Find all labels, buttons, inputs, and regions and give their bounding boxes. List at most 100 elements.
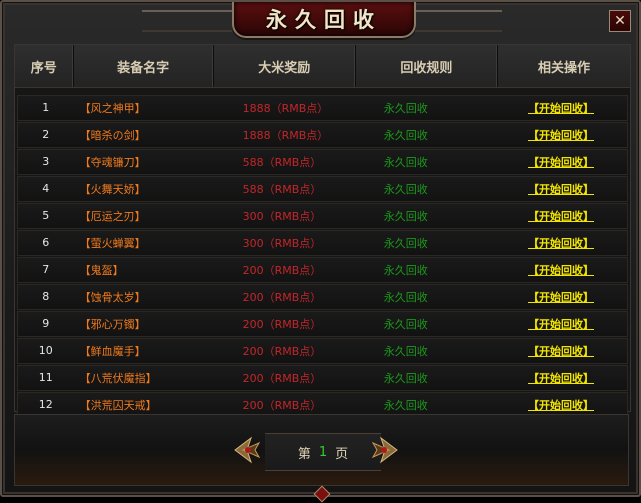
- row-index: 6: [42, 236, 50, 250]
- start-recycle-button[interactable]: 【开始回收】: [528, 289, 594, 305]
- start-recycle-button[interactable]: 【开始回收】: [528, 127, 594, 143]
- recycle-window: 永久回收 ✕ 序号 装备名字 大米奖励 回收规则 相关操作 1 【风之神甲】 188…: [0, 0, 641, 503]
- reward-value: 1888（RMB点）: [242, 101, 329, 115]
- row-index: 9: [42, 317, 50, 331]
- row-index: 1: [42, 101, 50, 115]
- recycle-rule: 永久回收: [383, 155, 428, 169]
- row-index: 7: [42, 263, 50, 277]
- header-reward: 大米奖励: [214, 45, 356, 87]
- table-row: 3 【夺魂镰刀】 588（RMB点） 永久回收 【开始回收】: [17, 149, 628, 175]
- action-cell: 【开始回收】: [495, 339, 627, 363]
- action-cell: 【开始回收】: [495, 123, 627, 147]
- page-number: 1: [318, 444, 328, 460]
- table-row: 7 【鬼盔】 200（RMB点） 永久回收 【开始回收】: [17, 257, 628, 283]
- start-recycle-button[interactable]: 【开始回收】: [528, 370, 594, 386]
- recycle-rule: 永久回收: [383, 236, 428, 250]
- start-recycle-button[interactable]: 【开始回收】: [528, 100, 594, 116]
- action-cell: 【开始回收】: [495, 285, 627, 309]
- recycle-rule: 永久回收: [383, 371, 428, 385]
- recycle-table: 序号 装备名字 大米奖励 回收规则 相关操作 1 【风之神甲】 1888（RMB点）…: [14, 44, 631, 418]
- reward-value: 200（RMB点）: [242, 344, 322, 358]
- pager-footer: 第 1 页: [14, 414, 629, 486]
- action-cell: 【开始回收】: [495, 96, 627, 120]
- arrow-right-icon[interactable]: [369, 435, 399, 465]
- table-row: 1 【风之神甲】 1888（RMB点） 永久回收 【开始回收】: [17, 95, 628, 121]
- reward-value: 300（RMB点）: [242, 209, 322, 223]
- recycle-rule: 永久回收: [383, 182, 428, 196]
- table-row: 6 【萤火蝉翼】 300（RMB点） 永久回收 【开始回收】: [17, 230, 628, 256]
- reward-value: 200（RMB点）: [242, 290, 322, 304]
- title-ornament-right: [412, 10, 502, 32]
- row-index: 2: [42, 128, 50, 142]
- window-title: 永久回收: [266, 7, 382, 32]
- table-row: 5 【厄运之刃】 300（RMB点） 永久回收 【开始回收】: [17, 203, 628, 229]
- equipment-name: 【八荒伏魔指】: [79, 371, 157, 385]
- equipment-name: 【暗杀の剑】: [79, 128, 146, 142]
- action-cell: 【开始回收】: [495, 366, 627, 390]
- action-cell: 【开始回收】: [495, 393, 627, 417]
- row-index: 5: [42, 209, 50, 223]
- row-index: 12: [38, 398, 53, 412]
- action-cell: 【开始回收】: [495, 150, 627, 174]
- start-recycle-button[interactable]: 【开始回收】: [528, 181, 594, 197]
- action-cell: 【开始回收】: [495, 312, 627, 336]
- header-actions: 相关操作: [537, 60, 590, 76]
- row-index: 8: [42, 290, 50, 304]
- table-row: 4 【火舞天娇】 588（RMB点） 永久回收 【开始回收】: [17, 176, 628, 202]
- equipment-name: 【火舞天娇】: [79, 182, 146, 196]
- row-index: 11: [38, 371, 53, 385]
- page-indicator: 第 1 页: [265, 433, 381, 471]
- start-recycle-button[interactable]: 【开始回收】: [528, 262, 594, 278]
- start-recycle-button[interactable]: 【开始回收】: [528, 235, 594, 251]
- recycle-rule: 永久回收: [383, 398, 428, 412]
- header-recycle-rule: 回收规则: [356, 45, 498, 87]
- close-icon: ✕: [614, 13, 626, 29]
- table-row: 2 【暗杀の剑】 1888（RMB点） 永久回收 【开始回收】: [17, 122, 628, 148]
- header-equipment-name: 装备名字: [74, 45, 214, 87]
- table-row: 8 【蚀骨太岁】 200（RMB点） 永久回收 【开始回收】: [17, 284, 628, 310]
- equipment-name: 【萤火蝉翼】: [79, 236, 146, 250]
- recycle-rule: 永久回收: [383, 290, 428, 304]
- equipment-name: 【鬼盔】: [79, 263, 124, 277]
- close-button[interactable]: ✕: [609, 10, 631, 32]
- row-index: 10: [38, 344, 53, 358]
- reward-value: 588（RMB点）: [242, 182, 322, 196]
- start-recycle-button[interactable]: 【开始回收】: [528, 343, 594, 359]
- arrow-left-icon[interactable]: [233, 435, 263, 465]
- header-index: 序号: [15, 45, 74, 87]
- equipment-name: 【夺魂镰刀】: [79, 155, 146, 169]
- table-body: 1 【风之神甲】 1888（RMB点） 永久回收 【开始回收】 2 【暗杀の剑】 1888（R…: [15, 88, 630, 418]
- row-index: 3: [42, 155, 50, 169]
- recycle-rule: 永久回收: [383, 209, 428, 223]
- equipment-name: 【风之神甲】: [79, 101, 146, 115]
- action-cell: 【开始回收】: [495, 177, 627, 201]
- title-banner: 永久回收: [232, 2, 416, 38]
- title-ornament-left: [142, 10, 232, 32]
- reward-value: 300（RMB点）: [242, 236, 322, 250]
- action-cell: 【开始回收】: [495, 231, 627, 255]
- page-prefix: 第: [297, 446, 311, 462]
- equipment-name: 【鲜血魔手】: [79, 344, 146, 358]
- reward-value: 200（RMB点）: [242, 398, 322, 412]
- start-recycle-button[interactable]: 【开始回收】: [528, 208, 594, 224]
- recycle-rule: 永久回收: [383, 317, 428, 331]
- action-cell: 【开始回收】: [495, 204, 627, 228]
- row-index: 4: [42, 182, 50, 196]
- reward-value: 200（RMB点）: [242, 263, 322, 277]
- start-recycle-button[interactable]: 【开始回收】: [528, 316, 594, 332]
- recycle-rule: 永久回收: [383, 344, 428, 358]
- reward-value: 588（RMB点）: [242, 155, 322, 169]
- reward-value: 200（RMB点）: [242, 371, 322, 385]
- reward-value: 1888（RMB点）: [242, 128, 329, 142]
- start-recycle-button[interactable]: 【开始回收】: [528, 397, 594, 413]
- equipment-name: 【蚀骨太岁】: [79, 290, 146, 304]
- start-recycle-button[interactable]: 【开始回收】: [528, 154, 594, 170]
- bottom-ornament: [313, 485, 331, 503]
- table-row: 11 【八荒伏魔指】 200（RMB点） 永久回收 【开始回收】: [17, 365, 628, 391]
- equipment-name: 【洪荒囚天戒】: [79, 398, 157, 412]
- table-header: 序号 装备名字 大米奖励 回收规则 相关操作: [15, 45, 630, 88]
- page-suffix: 页: [335, 446, 349, 462]
- recycle-rule: 永久回收: [383, 128, 428, 142]
- equipment-name: 【厄运之刃】: [79, 209, 146, 223]
- reward-value: 200（RMB点）: [242, 317, 322, 331]
